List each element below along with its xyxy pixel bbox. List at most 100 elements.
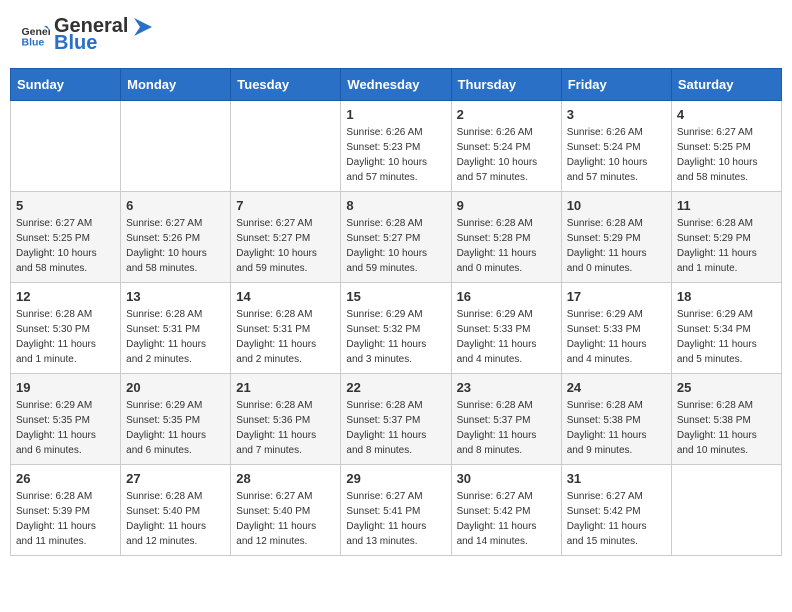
day-number: 27: [126, 471, 225, 486]
day-info: Sunrise: 6:27 AMSunset: 5:26 PMDaylight:…: [126, 216, 225, 276]
sunrise-text: Sunrise: 6:26 AM: [567, 125, 666, 140]
weekday-header-friday: Friday: [561, 69, 671, 101]
daylight-text: Daylight: 11 hours and 2 minutes.: [126, 337, 225, 367]
sunset-text: Sunset: 5:24 PM: [567, 140, 666, 155]
calendar-cell: [121, 101, 231, 192]
logo: General Blue General Blue: [20, 15, 152, 55]
day-info: Sunrise: 6:28 AMSunset: 5:29 PMDaylight:…: [567, 216, 666, 276]
calendar-cell: 20Sunrise: 6:29 AMSunset: 5:35 PMDayligh…: [121, 374, 231, 465]
daylight-text: Daylight: 11 hours and 11 minutes.: [16, 519, 115, 549]
calendar-cell: 4 Sunrise: 6:27 AMSunset: 5:25 PMDaylight…: [671, 101, 781, 192]
day-number: 11: [677, 198, 776, 213]
day-number: 26: [16, 471, 115, 486]
calendar-cell: 8Sunrise: 6:28 AMSunset: 5:27 PMDaylight…: [341, 192, 451, 283]
sunset-text: Sunset: 5:27 PM: [346, 231, 445, 246]
day-number: 13: [126, 289, 225, 304]
calendar-cell: 7 Sunrise: 6:27 AMSunset: 5:27 PMDaylight…: [231, 192, 341, 283]
sunset-text: Sunset: 5:25 PM: [16, 231, 115, 246]
sunrise-text: Sunrise: 6:28 AM: [346, 216, 445, 231]
day-number: 30: [457, 471, 556, 486]
sunset-text: Sunset: 5:42 PM: [457, 504, 556, 519]
day-number: 4: [677, 107, 776, 122]
sunrise-text: Sunrise: 6:27 AM: [346, 489, 445, 504]
sunset-text: Sunset: 5:39 PM: [16, 504, 115, 519]
daylight-text: Daylight: 11 hours and 3 minutes.: [346, 337, 445, 367]
sunrise-text: Sunrise: 6:28 AM: [457, 216, 556, 231]
sunset-text: Sunset: 5:35 PM: [126, 413, 225, 428]
daylight-text: Daylight: 10 hours and 58 minutes.: [126, 246, 225, 276]
calendar-cell: 25Sunrise: 6:28 AMSunset: 5:38 PMDayligh…: [671, 374, 781, 465]
sunset-text: Sunset: 5:27 PM: [236, 231, 335, 246]
sunrise-text: Sunrise: 6:27 AM: [567, 489, 666, 504]
day-number: 19: [16, 380, 115, 395]
sunrise-text: Sunrise: 6:28 AM: [677, 398, 776, 413]
sunset-text: Sunset: 5:42 PM: [567, 504, 666, 519]
day-number: 28: [236, 471, 335, 486]
sunrise-text: Sunrise: 6:29 AM: [126, 398, 225, 413]
day-info: Sunrise: 6:26 AMSunset: 5:24 PMDaylight:…: [567, 125, 666, 185]
svg-text:Blue: Blue: [22, 37, 45, 49]
sunset-text: Sunset: 5:40 PM: [236, 504, 335, 519]
weekday-header-sunday: Sunday: [11, 69, 121, 101]
day-info: Sunrise: 6:28 AMSunset: 5:36 PMDaylight:…: [236, 398, 335, 458]
day-info: Sunrise: 6:28 AMSunset: 5:29 PMDaylight:…: [677, 216, 776, 276]
calendar-cell: 2Sunrise: 6:26 AMSunset: 5:24 PMDaylight…: [451, 101, 561, 192]
day-info: Sunrise: 6:28 AMSunset: 5:31 PMDaylight:…: [126, 307, 225, 367]
sunrise-text: Sunrise: 6:28 AM: [567, 398, 666, 413]
day-number: 6: [126, 198, 225, 213]
calendar-cell: 18Sunrise: 6:29 AMSunset: 5:34 PMDayligh…: [671, 283, 781, 374]
daylight-text: Daylight: 10 hours and 57 minutes.: [346, 155, 445, 185]
calendar-cell: 29Sunrise: 6:27 AMSunset: 5:41 PMDayligh…: [341, 465, 451, 556]
day-number: 8: [346, 198, 445, 213]
day-info: Sunrise: 6:28 AMSunset: 5:28 PMDaylight:…: [457, 216, 556, 276]
day-number: 14: [236, 289, 335, 304]
daylight-text: Daylight: 10 hours and 58 minutes.: [677, 155, 776, 185]
daylight-text: Daylight: 10 hours and 57 minutes.: [567, 155, 666, 185]
day-info: Sunrise: 6:29 AMSunset: 5:35 PMDaylight:…: [126, 398, 225, 458]
calendar-cell: 28 Sunrise: 6:27 AMSunset: 5:40 PMDayligh…: [231, 465, 341, 556]
daylight-text: Daylight: 11 hours and 4 minutes.: [457, 337, 556, 367]
daylight-text: Daylight: 11 hours and 12 minutes.: [126, 519, 225, 549]
day-info: Sunrise: 6:29 AMSunset: 5:35 PMDaylight:…: [16, 398, 115, 458]
day-number: 25: [677, 380, 776, 395]
day-info: Sunrise: 6:27 AMSunset: 5:27 PMDaylight:…: [236, 216, 335, 276]
daylight-text: Daylight: 11 hours and 12 minutes.: [236, 519, 335, 549]
sunrise-text: Sunrise: 6:29 AM: [567, 307, 666, 322]
daylight-text: Daylight: 11 hours and 6 minutes.: [16, 428, 115, 458]
sunrise-text: Sunrise: 6:27 AM: [236, 489, 335, 504]
day-number: 2: [457, 107, 556, 122]
day-info: Sunrise: 6:29 AMSunset: 5:33 PMDaylight:…: [457, 307, 556, 367]
daylight-text: Daylight: 11 hours and 8 minutes.: [457, 428, 556, 458]
daylight-text: Daylight: 11 hours and 9 minutes.: [567, 428, 666, 458]
sunrise-text: Sunrise: 6:29 AM: [346, 307, 445, 322]
sunrise-text: Sunrise: 6:28 AM: [236, 307, 335, 322]
calendar-week-row: 5Sunrise: 6:27 AMSunset: 5:25 PMDaylight…: [11, 192, 782, 283]
calendar-table: SundayMondayTuesdayWednesdayThursdayFrid…: [10, 68, 782, 556]
day-number: 7: [236, 198, 335, 213]
weekday-header-wednesday: Wednesday: [341, 69, 451, 101]
sunset-text: Sunset: 5:29 PM: [677, 231, 776, 246]
sunset-text: Sunset: 5:33 PM: [457, 322, 556, 337]
calendar-week-row: 12Sunrise: 6:28 AMSunset: 5:30 PMDayligh…: [11, 283, 782, 374]
sunrise-text: Sunrise: 6:28 AM: [457, 398, 556, 413]
day-number: 9: [457, 198, 556, 213]
day-info: Sunrise: 6:27 AMSunset: 5:41 PMDaylight:…: [346, 489, 445, 549]
calendar-week-row: 19Sunrise: 6:29 AMSunset: 5:35 PMDayligh…: [11, 374, 782, 465]
day-info: Sunrise: 6:27 AMSunset: 5:25 PMDaylight:…: [677, 125, 776, 185]
sunset-text: Sunset: 5:31 PM: [236, 322, 335, 337]
daylight-text: Daylight: 11 hours and 8 minutes.: [346, 428, 445, 458]
calendar-cell: 15Sunrise: 6:29 AMSunset: 5:32 PMDayligh…: [341, 283, 451, 374]
day-number: 31: [567, 471, 666, 486]
calendar-cell: 11 Sunrise: 6:28 AMSunset: 5:29 PMDayligh…: [671, 192, 781, 283]
day-info: Sunrise: 6:29 AMSunset: 5:33 PMDaylight:…: [567, 307, 666, 367]
day-number: 3: [567, 107, 666, 122]
logo-icon: General Blue: [20, 20, 50, 50]
sunset-text: Sunset: 5:24 PM: [457, 140, 556, 155]
daylight-text: Daylight: 11 hours and 5 minutes.: [677, 337, 776, 367]
day-number: 16: [457, 289, 556, 304]
sunrise-text: Sunrise: 6:28 AM: [16, 307, 115, 322]
calendar-cell: 30Sunrise: 6:27 AMSunset: 5:42 PMDayligh…: [451, 465, 561, 556]
day-info: Sunrise: 6:29 AMSunset: 5:32 PMDaylight:…: [346, 307, 445, 367]
calendar-cell: 5Sunrise: 6:27 AMSunset: 5:25 PMDaylight…: [11, 192, 121, 283]
day-number: 5: [16, 198, 115, 213]
